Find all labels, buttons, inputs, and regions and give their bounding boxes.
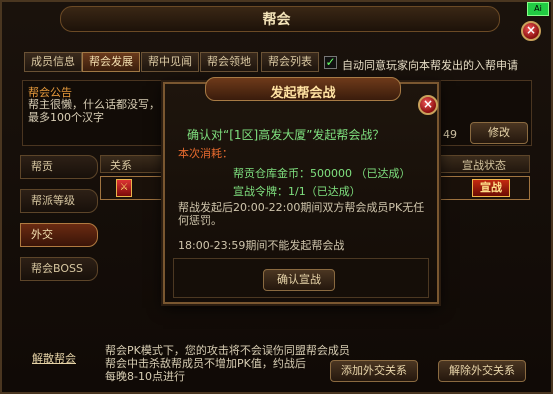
pk-notes: 帮会PK模式下，您的攻击将不会误伤同盟帮会成员 帮会中击杀敌帮成员不增加PK值，… — [105, 344, 350, 383]
pk-note-line: 每晚8-10点进行 — [105, 370, 185, 383]
dialog-cost-gold: 帮贡仓库金币：500000 （已达成） — [233, 167, 411, 180]
tab-guild-list[interactable]: 帮会列表 — [261, 52, 319, 72]
dialog-cost-label: 本次消耗： — [178, 147, 233, 160]
window-close-icon[interactable]: × — [521, 21, 541, 41]
dialog-description: 帮战发起后20:00-22:00期间双方帮会成员PK无任何惩罚。 — [178, 201, 425, 227]
corner-badge: Ai — [527, 2, 549, 16]
disband-guild-link[interactable]: 解散帮会 — [32, 350, 76, 366]
dialog-cost-token: 宣战令牌：1/1（已达成） — [233, 185, 361, 198]
sidebar-item-diplomacy[interactable]: 外交 — [20, 223, 98, 247]
tab-guild-development[interactable]: 帮会发展 — [82, 52, 140, 72]
sidebar-item-guild-boss[interactable]: 帮会BOSS — [20, 257, 98, 281]
hostile-flag-icon: ⚔ — [116, 179, 132, 197]
auto-approve-label: 自动同意玩家向本帮发出的入帮申请 — [342, 59, 518, 72]
announcement-char-count: 49 — [443, 128, 457, 141]
tab-guild-news[interactable]: 帮中见闻 — [141, 52, 199, 72]
column-relation: 关系 — [110, 159, 132, 172]
announcement-text: 帮主很懒，什么话都没写，最多100个汉字 — [28, 98, 160, 124]
column-war-status: 宣战状态 — [462, 159, 506, 172]
add-diplomacy-button[interactable]: 添加外交关系 — [330, 360, 418, 382]
dialog-question: 确认对“[1区]高发大厦”发起帮会战？ — [187, 128, 385, 142]
sidebar-item-contribution[interactable]: 帮贡 — [20, 155, 98, 179]
window-title: 帮会 — [262, 12, 291, 28]
dialog-time-note: 18:00-23:59期间不能发起帮会战 — [178, 239, 345, 252]
auto-approve-checkbox[interactable]: ✓ — [324, 56, 337, 69]
dialog-close-icon[interactable]: × — [418, 95, 438, 115]
pk-note-line: 帮会中击杀敌帮成员不增加PK值，约战后 — [105, 357, 306, 370]
tab-guild-territory[interactable]: 帮会领地 — [200, 52, 258, 72]
edit-announcement-button[interactable]: 修改 — [470, 122, 528, 144]
confirm-war-button[interactable]: 确认宣战 — [263, 269, 335, 291]
pk-note-line: 帮会PK模式下，您的攻击将不会误伤同盟帮会成员 — [105, 344, 350, 357]
remove-diplomacy-button[interactable]: 解除外交关系 — [438, 360, 526, 382]
sidebar-item-guild-level[interactable]: 帮派等级 — [20, 189, 98, 213]
declare-war-button[interactable]: 宣战 — [472, 179, 510, 197]
tab-member-info[interactable]: 成员信息 — [24, 52, 82, 72]
dialog-title: 发起帮会战 — [270, 86, 336, 101]
